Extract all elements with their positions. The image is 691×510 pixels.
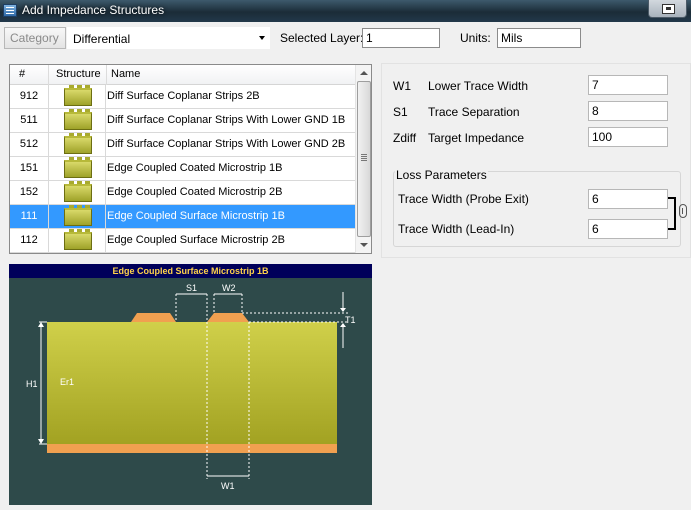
table-scrollbar[interactable]	[355, 65, 371, 253]
row-number: 912	[19, 90, 39, 102]
table-row-selected[interactable]: 111 Edge Coupled Surface Microstrip 1B	[10, 205, 356, 229]
row-name: Edge Coupled Surface Microstrip 1B	[107, 210, 285, 222]
trace-right	[207, 313, 249, 322]
diagram-title: Edge Coupled Surface Microstrip 1B	[9, 264, 372, 278]
zdiff-label: Target Impedance	[428, 131, 525, 145]
row-name: Diff Surface Coplanar Strips With Lower …	[107, 138, 346, 150]
table-row[interactable]: 151 Edge Coupled Coated Microstrip 1B	[10, 157, 356, 181]
column-header-name[interactable]: Name	[111, 68, 140, 80]
table-row[interactable]: 912 Diff Surface Coplanar Strips 2B	[10, 85, 356, 109]
label-h1: H1	[26, 379, 38, 389]
row-number: 512	[19, 138, 39, 150]
column-divider	[106, 65, 107, 85]
structure-thumbnail-icon	[64, 229, 92, 250]
table-row[interactable]: 511 Diff Surface Coplanar Strips With Lo…	[10, 109, 356, 133]
label-t1: T1	[345, 315, 356, 325]
filter-bar: Category Differential Selected Layer: 1 …	[0, 22, 691, 54]
parameter-panel: W1 Lower Trace Width 7 S1 Trace Separati…	[381, 63, 691, 258]
structure-cell	[48, 229, 106, 253]
structures-table: # Structure Name 912 Diff Surface Coplan…	[9, 64, 372, 254]
trace-left	[131, 313, 176, 322]
row-name: Edge Coupled Coated Microstrip 1B	[107, 162, 283, 174]
w1-label: Lower Trace Width	[428, 79, 529, 93]
column-header-number[interactable]: #	[19, 68, 25, 80]
label-er1: Er1	[60, 377, 74, 387]
scroll-thumb[interactable]	[357, 81, 371, 237]
link-bracket	[668, 197, 676, 230]
label-w1: W1	[221, 481, 235, 491]
selected-layer-label: Selected Layer:	[280, 31, 364, 45]
column-divider	[48, 65, 49, 85]
row-number: 151	[19, 162, 39, 174]
w1-abbr: W1	[393, 79, 411, 93]
structure-thumbnail-icon	[64, 133, 92, 154]
s1-label: Trace Separation	[428, 105, 520, 119]
structure-cell	[48, 109, 106, 133]
structure-type-select[interactable]: Differential	[67, 27, 270, 49]
zdiff-input[interactable]: 100	[588, 127, 668, 147]
restore-window-button[interactable]	[648, 0, 687, 18]
row-number: 111	[20, 210, 38, 222]
row-name: Diff Surface Coplanar Strips 2B	[107, 90, 260, 102]
structure-cell	[48, 181, 106, 205]
link-icon[interactable]	[679, 204, 687, 218]
lead-in-input[interactable]: 6	[588, 219, 668, 239]
structure-type-value: Differential	[73, 32, 131, 46]
structure-thumbnail-icon	[64, 109, 92, 130]
structure-cell	[48, 157, 106, 181]
structure-thumbnail-icon	[64, 157, 92, 178]
units-label: Units:	[460, 31, 491, 45]
diagram-drawing: S1 W2 T1 H1 Er1 W1	[26, 283, 356, 491]
table-row[interactable]: 112 Edge Coupled Surface Microstrip 2B	[10, 229, 356, 253]
dropdown-arrow-icon[interactable]	[259, 36, 265, 40]
units-field[interactable]: Mils	[497, 28, 581, 48]
structure-diagram: S1 W2 T1 H1 Er1 W1 Edge Coupled Surface …	[9, 264, 372, 505]
scroll-down-icon[interactable]	[356, 237, 371, 253]
structure-thumbnail-icon	[64, 85, 92, 106]
probe-exit-input[interactable]: 6	[588, 189, 668, 209]
window-title: Add Impedance Structures	[22, 3, 165, 17]
table-row[interactable]: 512 Diff Surface Coplanar Strips With Lo…	[10, 133, 356, 157]
row-number: 152	[19, 186, 39, 198]
label-s1: S1	[186, 283, 197, 293]
structure-cell	[48, 85, 106, 109]
zdiff-abbr: Zdiff	[393, 131, 417, 145]
label-w2: W2	[222, 283, 236, 293]
s1-abbr: S1	[393, 105, 408, 119]
app-window-icon	[3, 4, 17, 17]
structure-thumbnail-icon	[64, 205, 92, 226]
category-button[interactable]: Category	[4, 27, 66, 49]
structure-cell	[48, 133, 106, 157]
structure-cell	[48, 205, 106, 229]
table-header: # Structure Name	[10, 65, 356, 85]
probe-exit-label: Trace Width (Probe Exit)	[398, 192, 529, 206]
selected-layer-field[interactable]: 1	[362, 28, 440, 48]
row-name: Edge Coupled Coated Microstrip 2B	[107, 186, 283, 198]
loss-parameters-title: Loss Parameters	[395, 168, 488, 182]
w1-input[interactable]: 7	[588, 75, 668, 95]
scroll-up-icon[interactable]	[356, 65, 371, 81]
row-number: 511	[20, 114, 38, 126]
s1-input[interactable]: 8	[588, 101, 668, 121]
ground-plane	[47, 444, 337, 453]
structure-thumbnail-icon	[64, 181, 92, 202]
title-bar: Add Impedance Structures	[0, 0, 691, 22]
row-name: Edge Coupled Surface Microstrip 2B	[107, 234, 285, 246]
table-row[interactable]: 152 Edge Coupled Coated Microstrip 2B	[10, 181, 356, 205]
lead-in-label: Trace Width (Lead-In)	[398, 222, 515, 236]
row-name: Diff Surface Coplanar Strips With Lower …	[107, 114, 346, 126]
dielectric-layer	[47, 322, 337, 444]
row-number: 112	[20, 234, 38, 246]
column-header-structure[interactable]: Structure	[56, 68, 101, 80]
